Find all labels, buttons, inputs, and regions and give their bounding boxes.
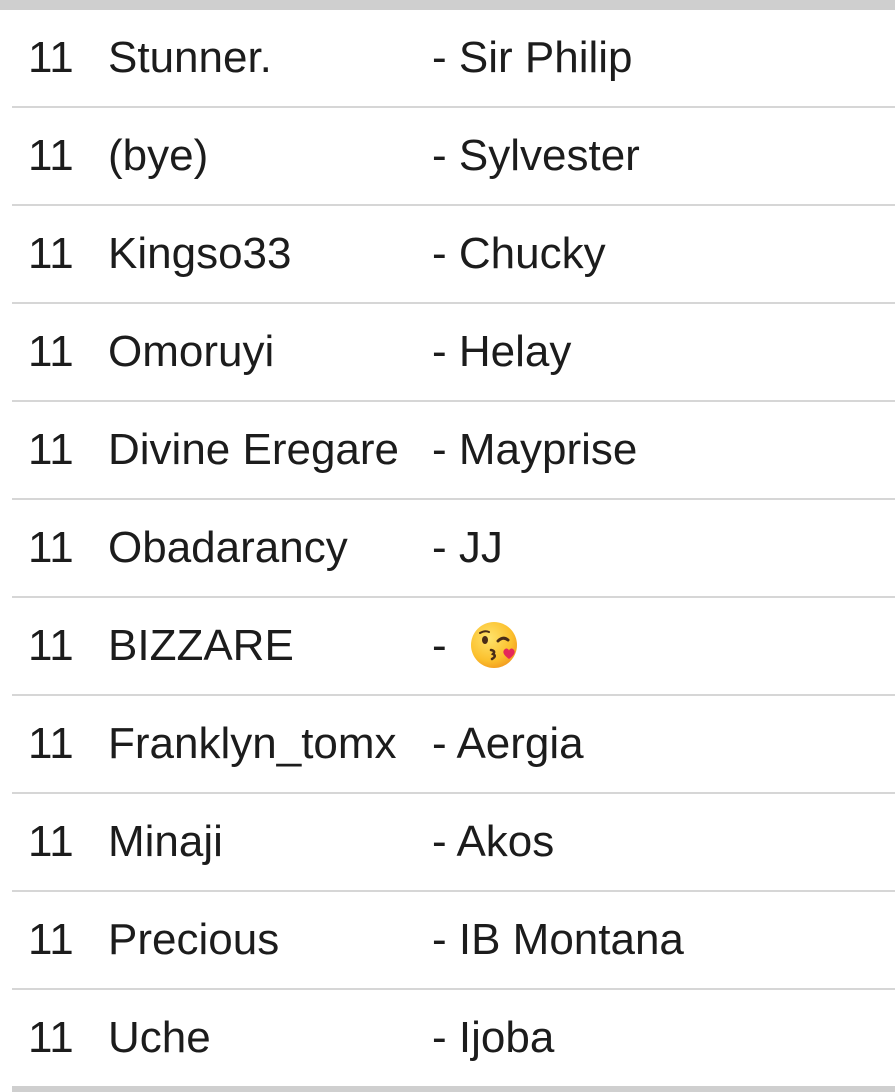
row-number: 11 [28, 817, 74, 866]
partner-name: - Sir Philip [432, 33, 633, 82]
player-name: Obadarancy [108, 523, 348, 572]
partner-name: - Sylvester [432, 131, 640, 180]
row-number: 11 [28, 131, 74, 180]
partner-name: - Akos [432, 817, 555, 866]
partner-name: - Aergia [432, 719, 584, 768]
player-name: Omoruyi [108, 327, 275, 376]
player-name: BIZZARE [108, 621, 294, 670]
partner-name: - Ijoba [432, 1013, 555, 1062]
face-blowing-kiss-emoji-icon [469, 619, 521, 671]
table-row: 11 Uche - Ijoba [12, 990, 895, 1092]
player-name: Uche [108, 1013, 211, 1062]
row-number: 11 [28, 327, 74, 376]
row-number: 11 [28, 915, 74, 964]
table-top-border [0, 0, 895, 10]
player-name: Divine Eregare [108, 425, 400, 474]
row-number: 11 [28, 621, 74, 670]
table-row: 11 Franklyn_tomx - Aergia [12, 696, 895, 794]
table-row: 11 Divine Eregare - Mayprise [12, 402, 895, 500]
table-row: 11 BIZZARE - [12, 598, 895, 696]
partner-cell: - [432, 598, 521, 694]
row-number: 11 [28, 229, 74, 278]
partner-name: - Mayprise [432, 425, 638, 474]
row-number: 11 [28, 425, 74, 474]
player-name: Kingso33 [108, 229, 292, 278]
table-row: 11 Minaji - Akos [12, 794, 895, 892]
partner-name: - IB Montana [432, 915, 684, 964]
table-row: 11 Kingso33 - Chucky [12, 206, 895, 304]
row-number: 11 [28, 523, 74, 572]
row-number: 11 [28, 33, 74, 82]
partner-name: - Chucky [432, 229, 606, 278]
table-row: 11 Precious - IB Montana [12, 892, 895, 990]
partner-name: - [432, 621, 459, 670]
player-name: (bye) [108, 131, 209, 180]
table-row: 11 Omoruyi - Helay [12, 304, 895, 402]
player-name: Stunner. [108, 33, 272, 82]
row-number: 11 [28, 719, 74, 768]
player-name: Franklyn_tomx [108, 719, 397, 768]
partner-name: - Helay [432, 327, 572, 376]
table-row: 11 Obadarancy - JJ [12, 500, 895, 598]
player-name: Minaji [108, 817, 223, 866]
player-name: Precious [108, 915, 280, 964]
pairings-table: 11 Stunner. - Sir Philip 11 (bye) - Sylv… [12, 10, 895, 1092]
row-number: 11 [28, 1013, 74, 1062]
table-row: 11 (bye) - Sylvester [12, 108, 895, 206]
table-row: 11 Stunner. - Sir Philip [12, 10, 895, 108]
partner-name: - JJ [432, 523, 503, 572]
